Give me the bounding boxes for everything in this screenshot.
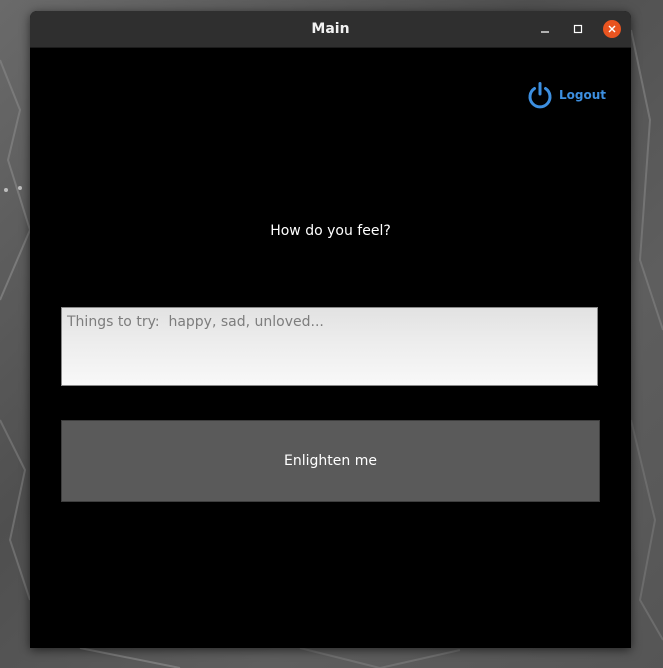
close-button[interactable] — [603, 20, 621, 38]
close-icon — [608, 25, 616, 33]
main-window: Main Logout How do you feel? Enlighten m… — [30, 11, 631, 648]
title-bar[interactable]: Main — [30, 11, 631, 48]
logout-label: Logout — [559, 88, 607, 102]
minimize-button[interactable] — [536, 20, 554, 38]
maximize-icon — [573, 24, 583, 34]
maximize-button[interactable] — [569, 20, 587, 38]
logout-button[interactable]: Logout — [526, 80, 606, 110]
power-icon — [528, 82, 552, 109]
minimize-icon — [541, 31, 549, 33]
feeling-input[interactable] — [61, 307, 598, 386]
feeling-question: How do you feel? — [270, 223, 391, 239]
enlighten-button[interactable]: Enlighten me — [61, 420, 600, 502]
